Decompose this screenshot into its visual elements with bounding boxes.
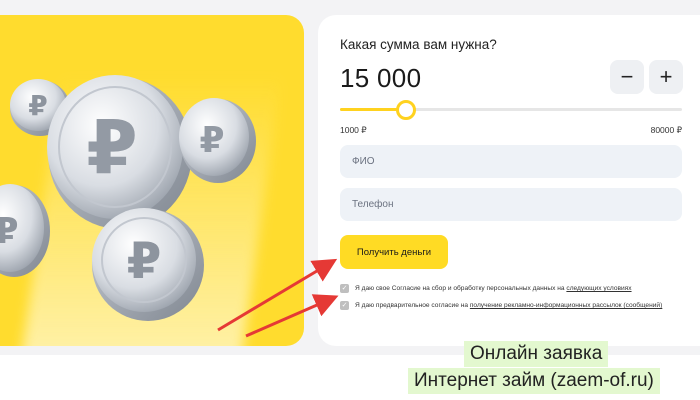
ruble-coin-icon: ₽: [0, 184, 50, 277]
promo-banner: ₽ ₽ ₽ ₽ ₽: [0, 15, 304, 346]
consent1-text: Я даю свое Согласие на сбор и обработку …: [355, 285, 567, 292]
ruble-coin-icon: ₽: [47, 75, 192, 229]
range-max-label: 80000 ₽: [650, 125, 682, 135]
svg-text:₽: ₽: [199, 120, 224, 161]
consent-personal-data-text: Я даю свое Согласие на сбор и обработку …: [355, 284, 685, 294]
slider-thumb[interactable]: [395, 100, 416, 120]
consent-personal-data-checkbox[interactable]: ✓: [340, 284, 349, 293]
range-min-label: 1000 ₽: [340, 125, 367, 135]
mailing-link[interactable]: получение рекламно-информационных рассыл…: [470, 302, 662, 309]
svg-text:₽: ₽: [0, 211, 19, 252]
fio-input[interactable]: [340, 145, 682, 178]
get-money-button[interactable]: Получить деньги: [340, 235, 448, 269]
svg-text:₽: ₽: [28, 89, 47, 122]
check-icon: ✓: [341, 285, 348, 292]
ruble-coin-icon: ₽: [179, 98, 256, 183]
check-icon: ✓: [341, 302, 348, 309]
consent-advertising-text: Я даю предварительное согласие на получе…: [355, 301, 685, 311]
watermark-line1: Онлайн заявка: [464, 341, 609, 367]
consent2-text: Я даю предварительное согласие на: [355, 302, 470, 309]
coins-illustration: ₽ ₽ ₽ ₽ ₽: [0, 75, 256, 321]
svg-text:₽: ₽: [127, 232, 162, 290]
watermark-line2: Интернет займ (zaem-of.ru): [408, 368, 660, 394]
svg-text:₽: ₽: [86, 105, 138, 191]
conditions-link[interactable]: следующих условиях: [566, 285, 631, 292]
amount-question: Какая сумма вам нужна?: [340, 37, 497, 52]
amount-value: 15 000: [340, 63, 422, 93]
ruble-coin-icon: ₽: [92, 208, 204, 321]
loan-form-card: Какая сумма вам нужна? 15 000 − + 1000 ₽…: [318, 15, 700, 346]
phone-input[interactable]: [340, 188, 682, 221]
increase-amount-button[interactable]: +: [649, 60, 683, 94]
decrease-amount-button[interactable]: −: [610, 60, 644, 94]
amount-slider[interactable]: [340, 100, 682, 120]
consent-advertising-checkbox[interactable]: ✓: [340, 301, 349, 310]
